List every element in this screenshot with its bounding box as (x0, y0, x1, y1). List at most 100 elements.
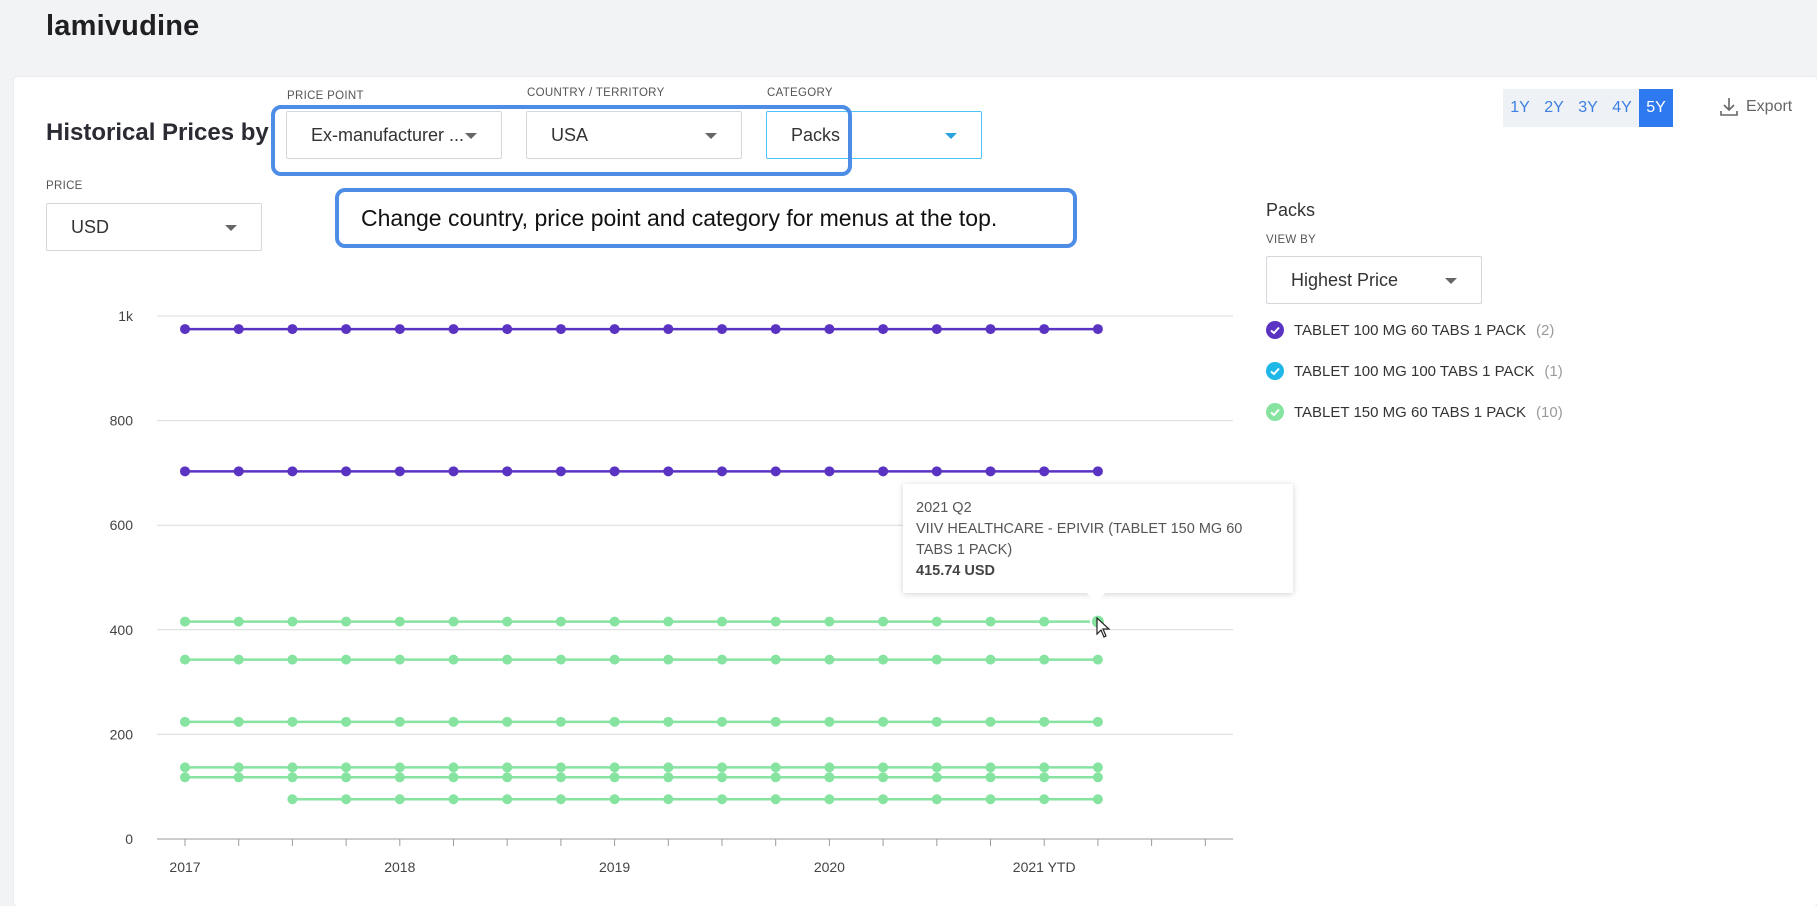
data-point (180, 324, 190, 335)
data-point (717, 762, 727, 773)
data-point (770, 716, 781, 727)
data-point (717, 716, 727, 727)
data-point (180, 466, 190, 477)
data-point (287, 716, 298, 727)
data-point (931, 466, 942, 477)
data-point (717, 324, 727, 335)
data-point (341, 762, 352, 773)
data-point (1092, 324, 1103, 335)
data-point (609, 772, 620, 783)
data-point (502, 616, 513, 627)
data-point (555, 654, 566, 665)
data-point (931, 762, 942, 773)
data-point (1039, 466, 1050, 477)
data-point (394, 716, 405, 727)
data-point (770, 616, 781, 627)
data-point (824, 772, 835, 783)
data-point (287, 616, 298, 627)
y-tick-label: 400 (110, 622, 134, 638)
data-point (233, 772, 244, 783)
data-point (609, 466, 620, 477)
data-point (1039, 324, 1050, 335)
data-point (341, 772, 352, 783)
data-point (555, 772, 566, 783)
data-point (663, 772, 674, 783)
data-point (770, 762, 781, 773)
data-point (341, 654, 352, 665)
data-point (931, 616, 942, 627)
data-point (1039, 654, 1050, 665)
data-point (609, 762, 620, 773)
data-point (180, 616, 190, 627)
data-point (394, 616, 405, 627)
y-tick-label: 600 (110, 517, 134, 533)
data-point (1092, 794, 1103, 805)
data-point (824, 794, 835, 805)
data-point (1039, 772, 1050, 783)
data-point (448, 716, 459, 727)
data-point (394, 466, 405, 477)
data-point (931, 794, 942, 805)
data-point (663, 324, 674, 335)
mouse-cursor-icon (1096, 617, 1111, 638)
data-point (502, 772, 513, 783)
data-point (717, 616, 727, 627)
data-point (502, 466, 513, 477)
data-point (287, 324, 298, 335)
data-point (717, 654, 727, 665)
data-point (824, 616, 835, 627)
data-point (448, 772, 459, 783)
data-point (448, 616, 459, 627)
data-point (341, 716, 352, 727)
data-point (878, 762, 889, 773)
x-tick-label: 2019 (599, 859, 630, 875)
data-point (985, 716, 996, 727)
data-point (931, 654, 942, 665)
data-point (663, 794, 674, 805)
data-point (985, 324, 996, 335)
data-point (233, 654, 244, 665)
data-point (663, 466, 674, 477)
data-point (233, 324, 244, 335)
data-point (824, 466, 835, 477)
data-point (824, 716, 835, 727)
data-point (878, 466, 889, 477)
data-point (233, 716, 244, 727)
data-point (609, 794, 620, 805)
data-point (1039, 794, 1050, 805)
data-point (341, 466, 352, 477)
data-point (448, 466, 459, 477)
data-point (663, 716, 674, 727)
data-point (824, 324, 835, 335)
x-tick-label: 2021 YTD (1013, 859, 1076, 875)
data-point (555, 762, 566, 773)
data-point (448, 324, 459, 335)
data-point (394, 772, 405, 783)
data-point (555, 324, 566, 335)
data-point (878, 772, 889, 783)
data-point (1092, 772, 1103, 783)
data-point (985, 772, 996, 783)
data-point (1039, 616, 1050, 627)
data-point (609, 654, 620, 665)
data-point (1092, 654, 1103, 665)
data-point (394, 654, 405, 665)
data-point (502, 654, 513, 665)
data-point (233, 616, 244, 627)
data-point (1092, 716, 1103, 727)
tooltip-arrow (1086, 592, 1106, 603)
chart-tooltip: 2021 Q2 VIIV HEALTHCARE - EPIVIR (TABLET… (903, 484, 1293, 593)
data-point (287, 466, 298, 477)
data-point (878, 324, 889, 335)
data-point (448, 762, 459, 773)
data-point (180, 716, 190, 727)
data-point (287, 772, 298, 783)
x-tick-label: 2018 (384, 859, 415, 875)
data-point (985, 616, 996, 627)
data-point (502, 324, 513, 335)
data-point (555, 716, 566, 727)
data-point (717, 466, 727, 477)
data-point (878, 654, 889, 665)
data-point (824, 654, 835, 665)
data-point (448, 654, 459, 665)
